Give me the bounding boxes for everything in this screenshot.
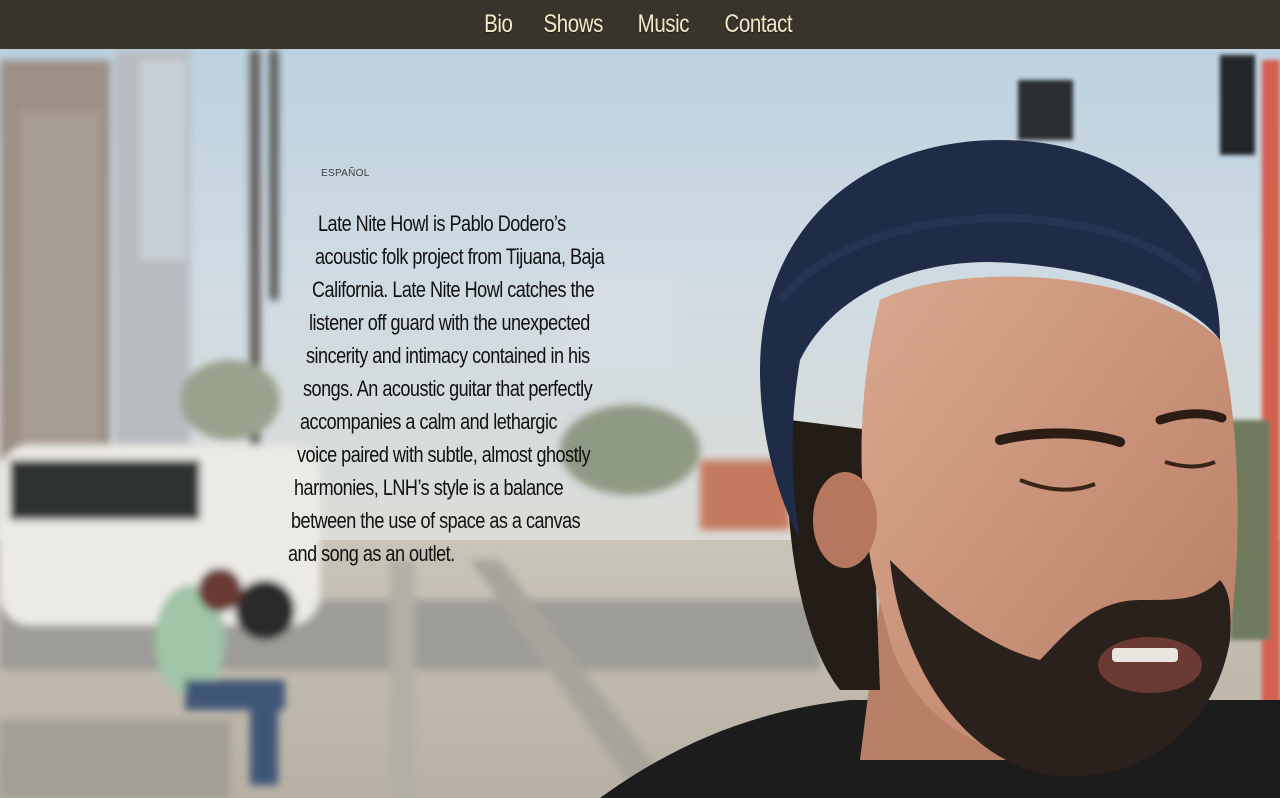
bio-line: Late Nite Howl is Pablo Dodero’s	[318, 211, 566, 236]
bio-line: and song as an outlet.	[288, 541, 455, 566]
bio-line: sincerity and intimacy contained in his	[306, 343, 590, 368]
bio-line: songs. An acoustic guitar that perfectly	[303, 376, 593, 401]
top-navigation: Bio Shows Music Contact	[0, 0, 1280, 49]
bio-line: listener off guard with the unexpected	[309, 310, 590, 335]
bio-line: acoustic folk project from Tijuana, Baja	[315, 244, 605, 269]
bio-line: between the use of space as a canvas	[291, 508, 581, 533]
bio-paragraph: Late Nite Howl is Pablo Dodero’s acousti…	[282, 207, 642, 570]
nav-link-bio[interactable]: Bio	[484, 10, 513, 39]
bio-line: accompanies a calm and lethargic	[300, 409, 558, 434]
nav-link-shows[interactable]: Shows	[544, 10, 604, 39]
bio-line: voice paired with subtle, almost ghostly	[297, 442, 591, 467]
bio-line: harmonies, LNH’s style is a balance	[294, 475, 564, 500]
bio-line: California. Late Nite Howl catches the	[312, 277, 595, 302]
language-toggle-link[interactable]: ESPAÑOL	[321, 168, 370, 179]
nav-link-music[interactable]: Music	[638, 10, 690, 39]
nav-link-contact[interactable]: Contact	[724, 10, 792, 39]
